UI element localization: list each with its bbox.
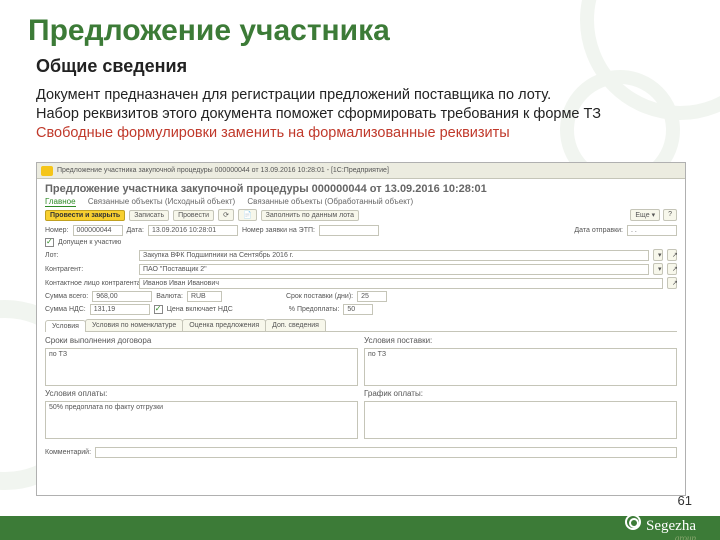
lot-label: Лот: xyxy=(45,252,135,259)
currency-field[interactable]: RUB xyxy=(187,291,222,302)
logo-text: Segezha xyxy=(646,518,696,534)
date-label: Дата: xyxy=(127,227,144,234)
app-icon xyxy=(41,166,53,176)
open-icon[interactable]: ↗ xyxy=(667,263,677,275)
currency-label: Валюта: xyxy=(156,293,183,300)
payment-schedule-field[interactable] xyxy=(364,401,677,439)
date-field[interactable]: 13.09.2016 10:28:01 xyxy=(148,225,238,236)
vat-included-label: Цена включает НДС xyxy=(167,306,233,313)
lot-field[interactable]: Закупка ВФК Подшипники на Сентябрь 2016 … xyxy=(139,250,649,261)
delivery-terms-label: Условия поставки: xyxy=(364,336,677,345)
tab-additional[interactable]: Доп. сведения xyxy=(265,319,326,331)
open-icon[interactable]: ↗ xyxy=(667,249,677,261)
body-line-2: Набор реквизитов этого документа поможет… xyxy=(36,105,686,124)
send-date-field[interactable]: . . xyxy=(627,225,677,236)
etp-field[interactable] xyxy=(319,225,379,236)
contract-terms-label: Сроки выполнения договора xyxy=(45,336,358,345)
comment-field[interactable] xyxy=(95,447,677,458)
contact-label: Контактное лицо контрагента: xyxy=(45,280,135,287)
admitted-label: Допущен к участию xyxy=(58,239,121,246)
icon-button[interactable]: 📄 xyxy=(238,209,257,221)
page-number: 61 xyxy=(678,493,692,508)
payment-terms-field[interactable]: 50% предоплата по факту отгрузки xyxy=(45,401,358,439)
delivery-terms-field[interactable]: по ТЗ xyxy=(364,348,677,386)
tab-linked-source[interactable]: Связанные объекты (Исходный объект) xyxy=(88,197,235,207)
prepay-field[interactable]: 50 xyxy=(343,304,373,315)
tab-linked-processed[interactable]: Связанные объекты (Обработанный объект) xyxy=(247,197,413,207)
open-icon[interactable]: ↗ xyxy=(667,277,677,289)
payment-schedule-label: График оплаты: xyxy=(364,389,677,398)
tab-conditions-nomenclature[interactable]: Условия по номенклатуре xyxy=(85,319,183,331)
slide-subtitle: Общие сведения xyxy=(36,56,187,77)
counterparty-field[interactable]: ПАО "Поставщик 2" xyxy=(139,264,649,275)
counterparty-label: Контрагент: xyxy=(45,266,135,273)
number-field[interactable]: 000000044 xyxy=(73,225,123,236)
tab-evaluation[interactable]: Оценка предложения xyxy=(182,319,266,331)
tab-main[interactable]: Главное xyxy=(45,197,76,207)
logo-suffix: group xyxy=(675,533,696,540)
body-highlight: Свободные формулировки заменить на форма… xyxy=(36,124,686,143)
help-button[interactable]: ? xyxy=(663,209,677,221)
window-titlebar: Предложение участника закупочной процеду… xyxy=(37,163,685,179)
icon-button[interactable]: ⟳ xyxy=(218,209,234,221)
dropdown-icon[interactable]: ▾ xyxy=(653,263,663,275)
footer-bar xyxy=(0,516,720,540)
sum-label: Сумма всего: xyxy=(45,293,88,300)
etp-label: Номер заявки на ЭТП: xyxy=(242,227,315,234)
fill-from-lot-button[interactable]: Заполнить по данным лота xyxy=(261,210,359,221)
admitted-checkbox[interactable] xyxy=(45,238,54,247)
dropdown-icon[interactable]: ▾ xyxy=(653,249,663,261)
vat-label: Сумма НДС: xyxy=(45,306,86,313)
write-button[interactable]: Записать xyxy=(129,210,169,221)
sum-field[interactable]: 968,00 xyxy=(92,291,152,302)
comment-label: Комментарий: xyxy=(45,449,91,456)
body-line-1: Документ предназначен для регистрации пр… xyxy=(36,86,686,105)
toolbar: Провести и закрыть Записать Провести ⟳ 📄… xyxy=(37,206,685,224)
contract-terms-field[interactable]: по ТЗ xyxy=(45,348,358,386)
post-button[interactable]: Провести xyxy=(173,210,214,221)
vat-field[interactable]: 131,19 xyxy=(90,304,150,315)
tab-conditions[interactable]: Условия xyxy=(45,320,86,332)
slide-title: Предложение участника xyxy=(28,14,390,48)
delivery-label: Срок поставки (дни): xyxy=(286,293,353,300)
vat-included-checkbox[interactable] xyxy=(154,305,163,314)
payment-terms-label: Условия оплаты: xyxy=(45,389,358,398)
number-label: Номер: xyxy=(45,227,69,234)
app-screenshot: Предложение участника закупочной процеду… xyxy=(36,162,686,496)
swirl-icon xyxy=(625,514,641,530)
prepay-label: % Предоплаты: xyxy=(289,306,340,313)
brand-logo: Segezha group xyxy=(625,514,696,535)
sub-tabs: Условия Условия по номенклатуре Оценка п… xyxy=(45,319,677,332)
document-title: Предложение участника закупочной процеду… xyxy=(37,179,685,197)
nav-tabs: Главное Связанные объекты (Исходный объе… xyxy=(37,197,685,206)
contact-field[interactable]: Иванов Иван Иванович xyxy=(139,278,663,289)
window-title: Предложение участника закупочной процеду… xyxy=(57,167,389,174)
delivery-field[interactable]: 25 xyxy=(357,291,387,302)
post-and-close-button[interactable]: Провести и закрыть xyxy=(45,210,125,221)
more-button[interactable]: Еще ▾ xyxy=(630,209,660,221)
body-text: Документ предназначен для регистрации пр… xyxy=(36,86,686,143)
send-date-label: Дата отправки: xyxy=(574,227,623,234)
